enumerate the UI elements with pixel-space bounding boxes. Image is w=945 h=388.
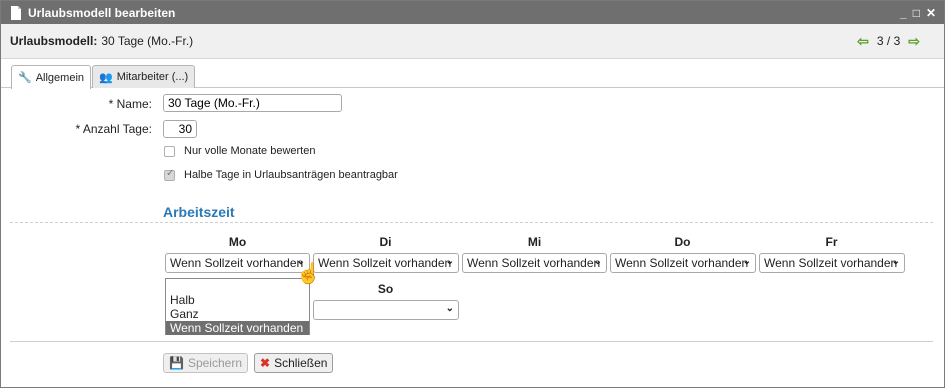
day-header-mo: Mo <box>228 235 247 249</box>
record-value: 30 Tage (Mo.-Fr.) <box>101 34 194 48</box>
record-header: Urlaubsmodell: 30 Tage (Mo.-Fr.) ⇦ 3 / 3… <box>1 24 944 59</box>
window-title: Urlaubsmodell bearbeiten <box>28 5 176 20</box>
dropdown-option-ganz[interactable]: Ganz <box>166 307 309 321</box>
checkbox-halbe-tage[interactable] <box>164 168 175 181</box>
tab-mitarbeiter[interactable]: 👥 Mitarbeiter (...) <box>92 65 196 88</box>
name-input[interactable] <box>163 94 342 112</box>
dropdown-option-wenn-sollzeit[interactable]: Wenn Sollzeit vorhanden <box>166 321 309 335</box>
dropdown-list-mo: Halb Ganz Wenn Sollzeit vorhanden <box>165 278 310 335</box>
select-di-value: Wenn Sollzeit vorhanden <box>318 256 452 270</box>
close-window-button[interactable]: ✕ <box>926 6 936 20</box>
title-bar: Urlaubsmodell bearbeiten _ □ ✕ <box>1 1 944 24</box>
save-button-label: Speichern <box>187 356 242 370</box>
tab-allgemein-label: Allgemein <box>35 71 85 84</box>
select-mi[interactable]: Wenn Sollzeit vorhanden ⌄ <box>462 253 607 273</box>
maximize-button[interactable]: □ <box>913 6 920 20</box>
day-header-di: Di <box>379 235 392 249</box>
select-mo-value: Wenn Sollzeit vorhanden <box>170 256 304 270</box>
close-x-icon: ✖ <box>260 356 271 370</box>
section-divider <box>10 222 933 223</box>
users-icon: 👥 <box>99 71 113 84</box>
checkbox-volle-monate-label: Nur volle Monate bewerten <box>184 145 316 157</box>
dialog-window: Urlaubsmodell bearbeiten _ □ ✕ Urlaubsmo… <box>0 0 945 388</box>
chevron-down-icon: ⌄ <box>445 256 454 267</box>
select-mi-value: Wenn Sollzeit vorhanden <box>467 256 601 270</box>
select-di[interactable]: Wenn Sollzeit vorhanden ⌄ <box>313 253 459 273</box>
tab-bar: 🔧 Allgemein 👥 Mitarbeiter (...) <box>1 59 944 89</box>
checkbox-halbe-tage-label: Halbe Tage in Urlaubsanträgen beantragba… <box>184 169 398 181</box>
select-do[interactable]: Wenn Sollzeit vorhanden ⌄ <box>610 253 756 273</box>
checkbox-volle-monate[interactable] <box>164 146 175 157</box>
close-button-label: Schließen <box>274 356 328 370</box>
select-mo[interactable]: Wenn Sollzeit vorhanden ⌄ <box>165 253 310 273</box>
day-header-fr: Fr <box>825 235 838 249</box>
days-input[interactable] <box>163 120 197 138</box>
document-icon <box>11 5 21 20</box>
select-so[interactable]: ⌄ <box>313 300 459 320</box>
day-header-so: So <box>377 282 394 296</box>
pager: ⇦ 3 / 3 ⇨ <box>857 33 920 50</box>
day-header-do: Do <box>674 235 691 249</box>
tab-mitarbeiter-label: Mitarbeiter (...) <box>116 71 189 83</box>
select-fr[interactable]: Wenn Sollzeit vorhanden ⌄ <box>759 253 905 273</box>
tab-allgemein[interactable]: 🔧 Allgemein <box>11 65 92 89</box>
close-button[interactable]: ✖ Schließen <box>254 353 334 373</box>
chevron-down-icon: ⌄ <box>742 256 751 267</box>
section-arbeitszeit: Arbeitszeit <box>163 204 235 220</box>
hand-cursor-icon: ☝ <box>296 263 321 285</box>
save-button[interactable]: 💾 Speichern <box>163 353 248 373</box>
chevron-down-icon: ⌄ <box>891 256 900 267</box>
next-arrow-icon[interactable]: ⇨ <box>908 33 920 50</box>
name-label: * Name: <box>108 97 152 111</box>
wrench-icon: 🔧 <box>18 72 32 84</box>
minimize-button[interactable]: _ <box>900 6 907 20</box>
select-do-value: Wenn Sollzeit vorhanden <box>615 256 749 270</box>
footer-divider <box>10 341 933 342</box>
select-fr-value: Wenn Sollzeit vorhanden <box>764 256 898 270</box>
record-label: Urlaubsmodell: <box>10 34 98 48</box>
days-label: * Anzahl Tage: <box>75 122 152 136</box>
floppy-disk-icon: 💾 <box>169 356 184 370</box>
chevron-down-icon: ⌄ <box>593 256 602 267</box>
previous-arrow-icon[interactable]: ⇦ <box>857 33 869 50</box>
dropdown-option-halb[interactable]: Halb <box>166 293 309 307</box>
pager-text: 3 / 3 <box>876 34 901 48</box>
day-header-mi: Mi <box>527 235 542 249</box>
dropdown-option-empty[interactable] <box>166 280 309 294</box>
chevron-down-icon: ⌄ <box>445 303 454 314</box>
